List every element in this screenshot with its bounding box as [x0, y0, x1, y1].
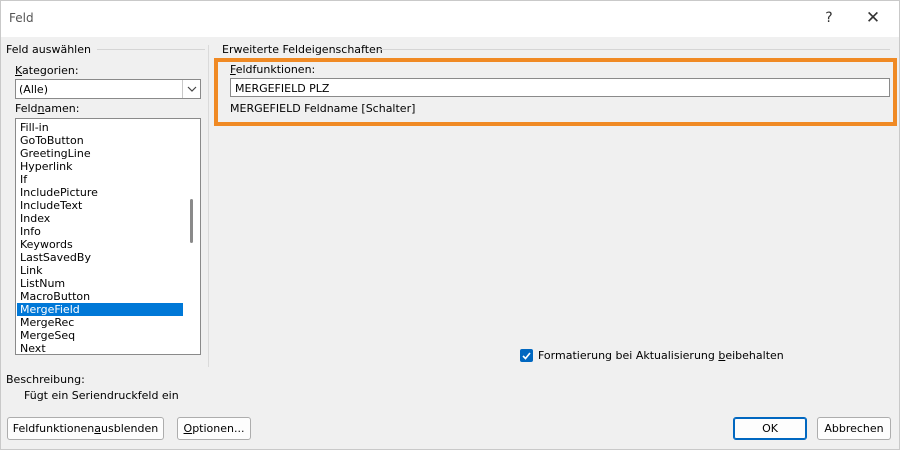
- fieldname-item[interactable]: MergeRec: [17, 316, 183, 329]
- fieldcode-input[interactable]: MERGEFIELD PLZ: [230, 78, 890, 97]
- options-button[interactable]: Optionen...: [177, 417, 251, 440]
- categories-combobox[interactable]: (Alle): [15, 79, 201, 99]
- fieldname-item[interactable]: Next: [17, 342, 183, 354]
- close-button[interactable]: ✕: [853, 3, 893, 33]
- fieldname-item[interactable]: GreetingLine: [17, 147, 183, 160]
- fieldname-item[interactable]: MergeField: [17, 303, 183, 316]
- ok-button[interactable]: OK: [733, 417, 807, 440]
- fieldname-item[interactable]: GoToButton: [17, 134, 183, 147]
- syntax-hint: MERGEFIELD Feldname [Schalter]: [230, 102, 416, 115]
- group-divider: [97, 49, 205, 50]
- fieldname-item[interactable]: MergeSeq: [17, 329, 183, 342]
- categories-value: (Alle): [19, 83, 48, 96]
- fieldname-item[interactable]: If: [17, 173, 183, 186]
- vertical-separator: [208, 45, 209, 367]
- description-text: Fügt ein Seriendruckfeld ein: [24, 389, 179, 402]
- fieldname-item[interactable]: Link: [17, 264, 183, 277]
- categories-label: Kategorien:: [15, 64, 79, 77]
- preserve-formatting-checkbox[interactable]: [520, 349, 533, 362]
- fieldname-item[interactable]: Fill-in: [17, 121, 183, 134]
- fieldname-item[interactable]: ListNum: [17, 277, 183, 290]
- fieldname-item[interactable]: MacroButton: [17, 290, 183, 303]
- help-icon: ?: [825, 10, 833, 26]
- select-field-group-title: Feld auswählen: [6, 43, 91, 56]
- fieldname-item[interactable]: IncludePicture: [17, 186, 183, 199]
- hide-field-codes-button[interactable]: Feldfunktionen a usblenden: [7, 417, 164, 440]
- cancel-button[interactable]: Abbrechen: [817, 417, 891, 440]
- fieldname-item[interactable]: Hyperlink: [17, 160, 183, 173]
- window-title: Feld: [9, 11, 34, 25]
- fieldname-item[interactable]: IncludeText: [17, 199, 183, 212]
- fieldname-item[interactable]: Keywords: [17, 238, 183, 251]
- group-divider: [378, 49, 890, 50]
- fieldcodes-label: Feldfunktionen:: [230, 63, 316, 76]
- fieldcode-value: MERGEFIELD PLZ: [235, 82, 330, 95]
- fieldnames-label: Feldnamen:: [15, 102, 80, 115]
- fieldname-item[interactable]: LastSavedBy: [17, 251, 183, 264]
- close-icon: ✕: [865, 8, 881, 28]
- fieldname-item[interactable]: Info: [17, 225, 183, 238]
- title-bar: Feld ? ✕: [1, 1, 899, 37]
- advanced-properties-group-title: Erweiterte Feldeigenschaften: [222, 43, 383, 56]
- fieldnames-listbox[interactable]: Fill-in GoToButton GreetingLine Hyperlink If…: [15, 118, 201, 355]
- description-label: Beschreibung:: [6, 373, 85, 386]
- scroll-thumb[interactable]: [190, 199, 193, 243]
- fieldname-item[interactable]: Index: [17, 212, 183, 225]
- checkmark-icon: [522, 351, 531, 360]
- help-button[interactable]: ?: [809, 3, 849, 33]
- field-dialog: Feld ? ✕ Feld auswählen Kategorien: (All…: [0, 0, 900, 450]
- chevron-down-icon[interactable]: [182, 80, 200, 98]
- listbox-scrollbar[interactable]: [184, 119, 200, 354]
- preserve-formatting-label[interactable]: Formatierung bei Aktualisierung beibehal…: [538, 349, 784, 362]
